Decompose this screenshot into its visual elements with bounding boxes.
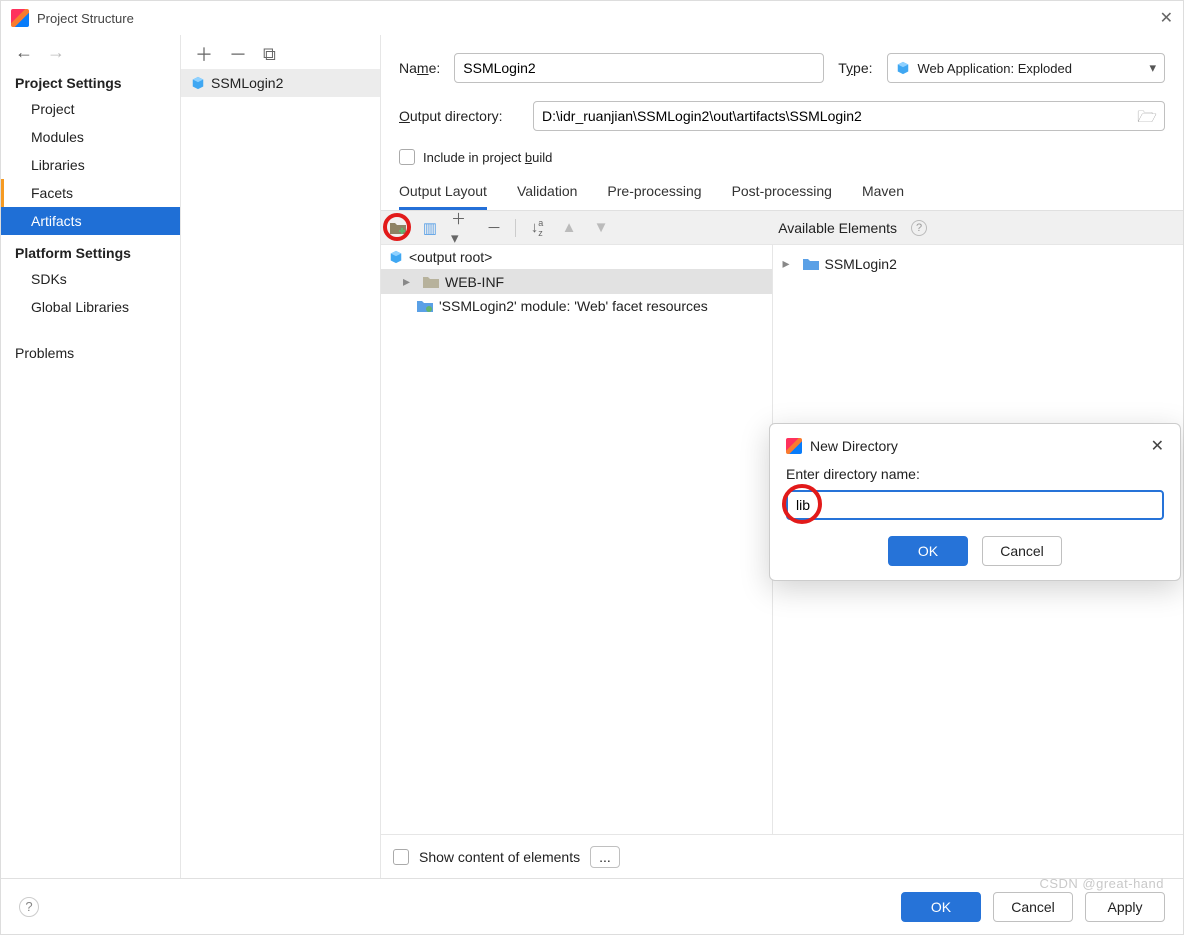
- move-down-icon: ▼: [590, 217, 612, 239]
- include-build-label: Include in project build: [423, 150, 552, 165]
- add-copy-icon[interactable]: ＋▾: [451, 217, 473, 239]
- tab-maven[interactable]: Maven: [862, 175, 904, 210]
- highlight-circle-1: [383, 213, 411, 241]
- dialog-close-icon[interactable]: ✕: [1151, 436, 1164, 456]
- tree-web-inf-label: WEB-INF: [445, 274, 504, 290]
- show-content-checkbox[interactable]: [393, 849, 409, 865]
- type-select[interactable]: Web Application: Exploded ▾: [887, 53, 1165, 83]
- section-platform-settings: Platform Settings: [1, 235, 180, 265]
- intellij-icon: [11, 9, 29, 27]
- output-layout-tree: <output root> ▸ WEB-INF 'SSMLogin2' mo: [381, 245, 773, 834]
- new-archive-icon[interactable]: ▥: [419, 217, 441, 239]
- name-input[interactable]: [454, 53, 824, 83]
- help-hint-icon[interactable]: ?: [911, 220, 927, 236]
- artifact-row[interactable]: SSMLogin2: [181, 69, 380, 97]
- sidebar-item-artifacts[interactable]: Artifacts: [1, 207, 180, 235]
- cancel-button[interactable]: Cancel: [993, 892, 1073, 922]
- apply-button[interactable]: Apply: [1085, 892, 1165, 922]
- sidebar-item-libraries[interactable]: Libraries: [1, 151, 180, 179]
- artifact-detail-panel: Name: Type: Web Application: Exploded ▾ …: [381, 35, 1183, 878]
- tree-output-root-label: <output root>: [409, 249, 492, 265]
- available-module-label: SSMLogin2: [825, 256, 897, 272]
- add-artifact-icon[interactable]: ＋: [195, 41, 213, 67]
- output-dir-label: Output directory:: [399, 108, 519, 124]
- expand-icon[interactable]: ▸: [783, 255, 797, 272]
- highlight-circle-2: [782, 484, 822, 524]
- sidebar-item-sdks[interactable]: SDKs: [1, 265, 180, 293]
- settings-sidebar: ← → Project Settings Project Modules Lib…: [1, 35, 181, 878]
- directory-name-input[interactable]: [786, 490, 1164, 520]
- dialog-title: New Directory: [810, 438, 898, 454]
- tab-output-layout[interactable]: Output Layout: [399, 175, 487, 210]
- sidebar-item-project[interactable]: Project: [1, 95, 180, 123]
- window-title: Project Structure: [37, 11, 134, 26]
- sort-az-icon[interactable]: ↓az: [526, 217, 548, 239]
- copy-artifact-icon[interactable]: ⧉: [263, 44, 276, 65]
- type-icon: [896, 61, 910, 75]
- available-module[interactable]: ▸ SSMLogin2: [783, 251, 1174, 276]
- type-value: Web Application: Exploded: [918, 61, 1072, 76]
- include-build-checkbox[interactable]: [399, 149, 415, 165]
- nav-back-icon[interactable]: ←: [15, 43, 33, 61]
- sidebar-item-problems[interactable]: Problems: [1, 339, 180, 367]
- sidebar-item-modules[interactable]: Modules: [1, 123, 180, 151]
- browse-folder-icon[interactable]: 🗁: [1137, 106, 1157, 133]
- artifact-tabs: Output Layout Validation Pre-processing …: [381, 175, 1183, 211]
- show-content-label: Show content of elements: [419, 849, 580, 865]
- remove-icon[interactable]: －: [483, 217, 505, 239]
- tree-facet-resources[interactable]: 'SSMLogin2' module: 'Web' facet resource…: [381, 294, 772, 318]
- tree-facet-label: 'SSMLogin2' module: 'Web' facet resource…: [439, 298, 708, 314]
- move-up-icon: ▲: [558, 217, 580, 239]
- new-directory-dialog: New Directory ✕ Enter directory name: OK…: [769, 423, 1181, 581]
- help-button[interactable]: ?: [19, 897, 39, 917]
- sidebar-item-facets[interactable]: Facets: [1, 179, 180, 207]
- chevron-down-icon: ▾: [1149, 60, 1156, 76]
- dialog-ok-button[interactable]: OK: [888, 536, 968, 566]
- tab-post-processing[interactable]: Post-processing: [732, 175, 832, 210]
- output-dir-input[interactable]: [533, 101, 1165, 131]
- dialog-cancel-button[interactable]: Cancel: [982, 536, 1062, 566]
- ok-button[interactable]: OK: [901, 892, 981, 922]
- artifact-icon: [191, 76, 205, 90]
- section-project-settings: Project Settings: [1, 65, 180, 95]
- nav-forward-icon: →: [47, 43, 65, 61]
- remove-artifact-icon[interactable]: －: [229, 41, 247, 67]
- dialog-label: Enter directory name:: [786, 466, 1164, 482]
- tab-pre-processing[interactable]: Pre-processing: [607, 175, 701, 210]
- web-facet-icon: [417, 299, 433, 313]
- folder-icon: [423, 275, 439, 289]
- output-root-icon: [389, 250, 403, 264]
- module-icon: [803, 257, 819, 271]
- tab-validation[interactable]: Validation: [517, 175, 577, 210]
- type-label: Type:: [838, 60, 872, 76]
- name-label: Name:: [399, 60, 440, 76]
- show-content-options-button[interactable]: ...: [590, 846, 620, 868]
- tree-web-inf[interactable]: ▸ WEB-INF: [381, 269, 772, 294]
- expand-icon[interactable]: ▸: [403, 273, 417, 290]
- tree-output-root[interactable]: <output root>: [381, 245, 772, 269]
- close-icon[interactable]: ✕: [1160, 8, 1173, 28]
- artifact-name: SSMLogin2: [211, 75, 283, 91]
- artifact-list-panel: ＋ － ⧉ SSMLogin2: [181, 35, 381, 878]
- sidebar-item-global-libraries[interactable]: Global Libraries: [1, 293, 180, 321]
- available-elements-label: Available Elements: [778, 220, 897, 236]
- intellij-icon: [786, 438, 802, 454]
